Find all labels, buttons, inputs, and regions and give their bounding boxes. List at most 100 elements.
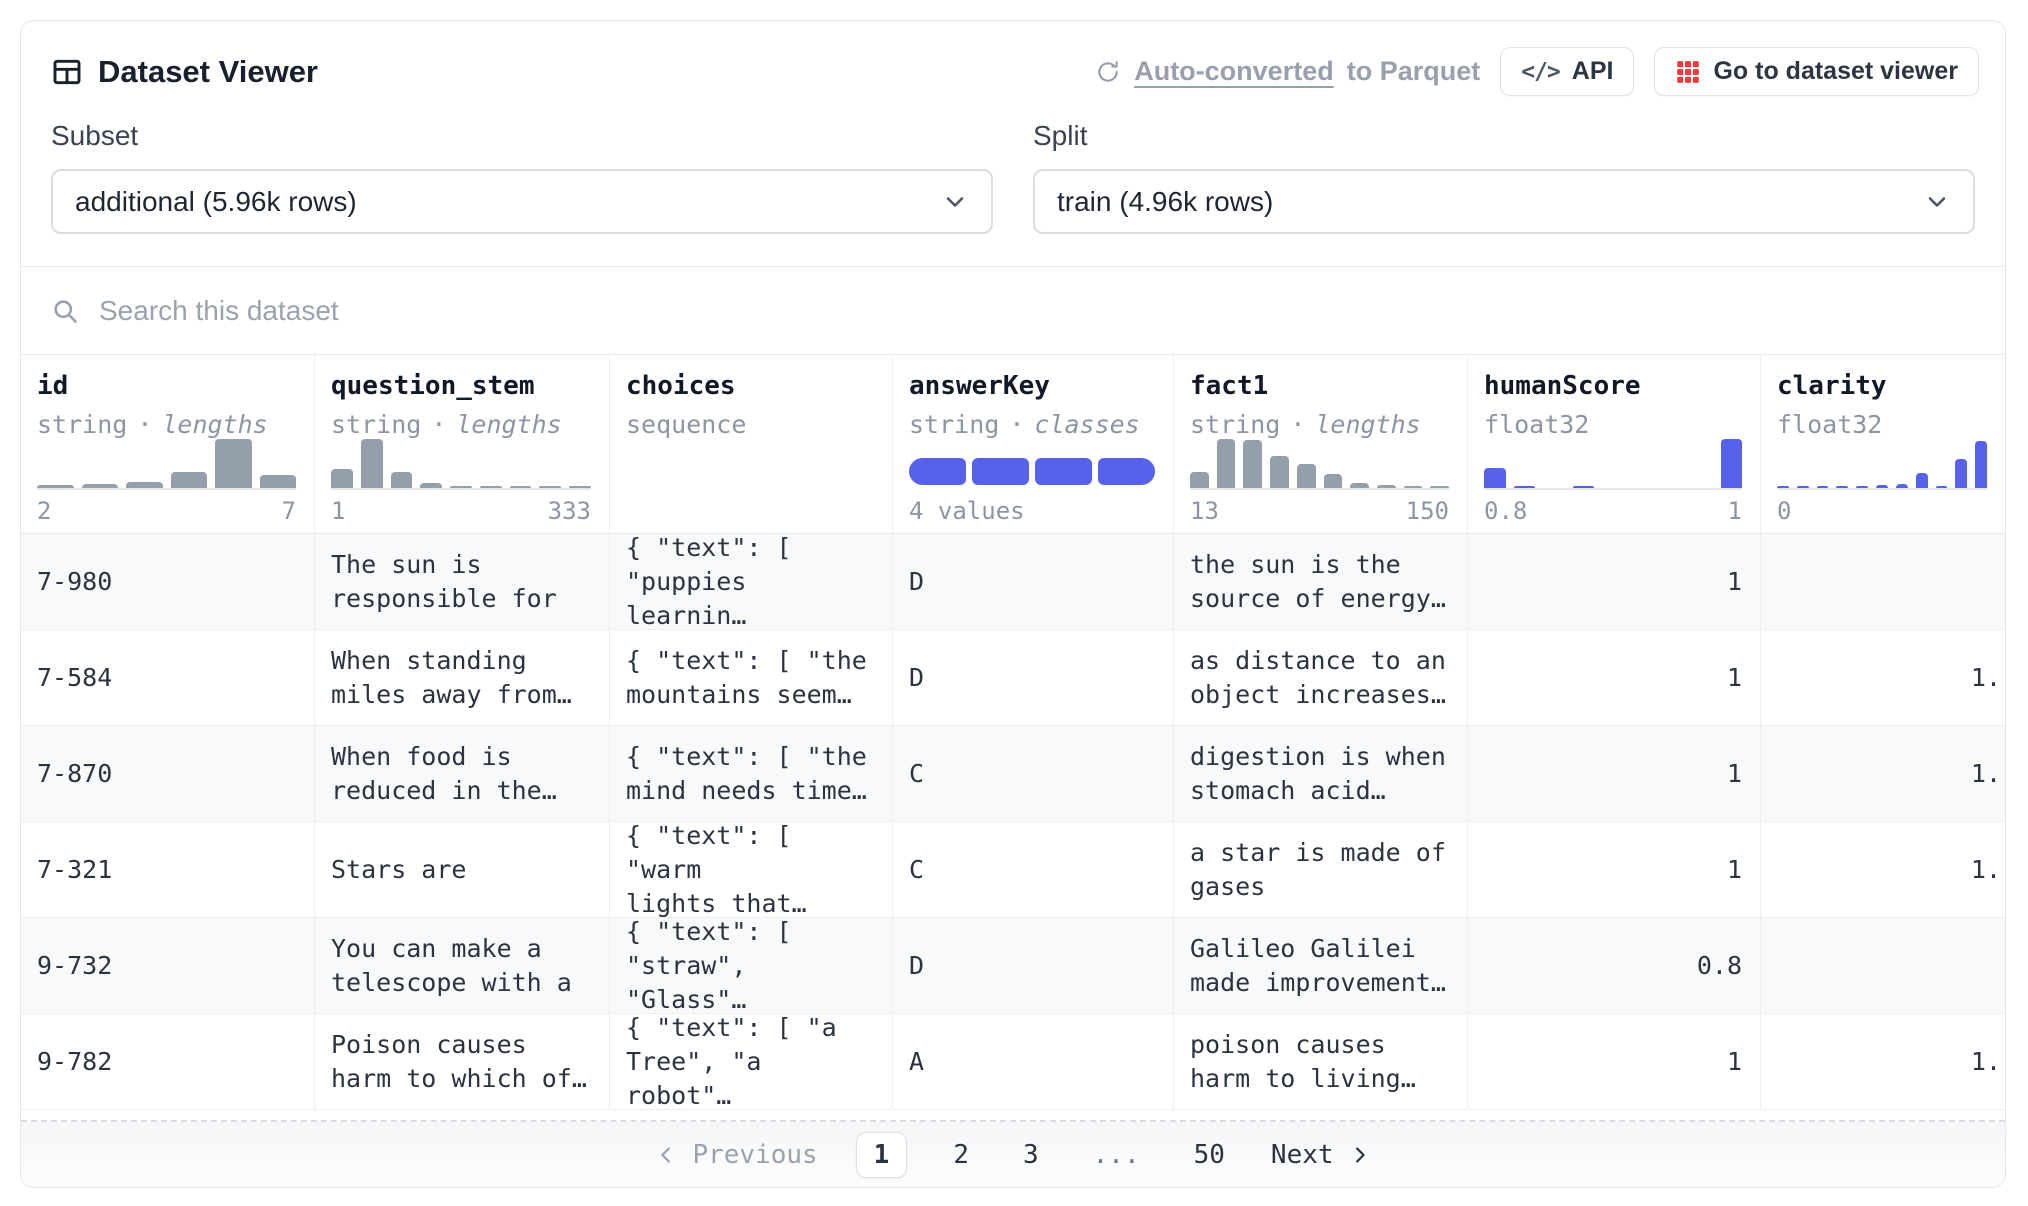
pagination-bar: Previous 1 2 3 ... 50 Next: [21, 1120, 2005, 1187]
page-title: Dataset Viewer: [98, 54, 318, 90]
column-header-humanscore[interactable]: humanScore float32 0.8 1: [1468, 355, 1761, 533]
table-row[interactable]: 7-870 When food is reduced in the… { "te…: [21, 726, 2005, 822]
code-icon: </>: [1521, 59, 1560, 85]
dot-separator: ·: [431, 410, 446, 439]
column-stat-kind: lengths: [456, 410, 561, 439]
table-row[interactable]: 7-584 When standing miles away from… { "…: [21, 630, 2005, 726]
fact1-histogram[interactable]: [1190, 439, 1449, 490]
api-button-label: API: [1572, 57, 1614, 86]
column-dtype: float32: [1484, 410, 1589, 439]
cell-answerkey: A: [893, 1014, 1174, 1109]
page-button-2[interactable]: 2: [945, 1134, 977, 1176]
table-row[interactable]: 7-321 Stars are { "text": [ "warm lights…: [21, 822, 2005, 918]
humanscore-histogram[interactable]: [1484, 439, 1742, 490]
id-histogram[interactable]: [37, 439, 296, 490]
api-button[interactable]: </> API: [1500, 47, 1634, 96]
cell-question-stem: Stars are: [315, 822, 610, 917]
cell-humanscore: 1: [1468, 630, 1761, 725]
answerkey-classes-bar[interactable]: [909, 439, 1155, 490]
table-header-row: id string · lengths 2 7 question_stem st…: [21, 355, 2005, 534]
column-type: string · classes: [909, 410, 1155, 439]
cell-choices: { "text": [ "the mountains seem…: [610, 630, 893, 725]
cell-clarity: 1.: [1761, 1014, 2005, 1109]
hist-range: 0.8 1: [1484, 497, 1742, 525]
column-type: float32: [1484, 410, 1742, 439]
column-dtype: float32: [1777, 410, 1882, 439]
search-bar[interactable]: Search this dataset: [21, 266, 2005, 355]
split-control: Split train (4.96k rows): [1033, 120, 1975, 234]
page-ellipsis: ...: [1085, 1134, 1148, 1176]
column-header-answerkey[interactable]: answerKey string · classes 4 values: [893, 355, 1174, 533]
cell-id: 7-321: [21, 822, 315, 917]
hist-range: 13 150: [1190, 497, 1449, 525]
column-name: answerKey: [909, 371, 1155, 401]
cell-answerkey: D: [893, 534, 1174, 629]
cell-fact1: digestion is when stomach acid…: [1174, 726, 1468, 821]
hist-min: 1: [331, 497, 345, 525]
cell-fact1: poison causes harm to living…: [1174, 1014, 1468, 1109]
page-button-3[interactable]: 3: [1015, 1134, 1047, 1176]
cell-id: 7-980: [21, 534, 315, 629]
question-stem-histogram[interactable]: [331, 439, 591, 490]
column-header-id[interactable]: id string · lengths 2 7: [21, 355, 315, 533]
dot-separator: ·: [1290, 410, 1305, 439]
column-type: float32: [1777, 410, 1987, 439]
hist-range: 2 7: [37, 497, 296, 525]
table-row[interactable]: 7-980 The sun is responsible for { "text…: [21, 534, 2005, 630]
page-button-50[interactable]: 50: [1186, 1134, 1233, 1176]
table-row[interactable]: 9-782 Poison causes harm to which of… { …: [21, 1014, 2005, 1110]
auto-converted-label: Auto-converted: [1134, 56, 1334, 87]
cell-question-stem: When standing miles away from…: [315, 630, 610, 725]
chevron-down-icon: [941, 188, 969, 216]
column-dtype: string: [1190, 410, 1280, 439]
cell-choices: { "text": [ "warm lights that…: [610, 822, 893, 917]
table-row[interactable]: 9-732 You can make a telescope with a { …: [21, 918, 2005, 1014]
cell-answerkey: D: [893, 630, 1174, 725]
subset-split-controls: Subset additional (5.96k rows) Split tra…: [21, 106, 2005, 266]
column-header-clarity[interactable]: clarity float32 0: [1761, 355, 2005, 533]
column-dtype: string: [909, 410, 999, 439]
cell-answerkey: D: [893, 918, 1174, 1013]
split-label: Split: [1033, 120, 1975, 152]
cell-question-stem: When food is reduced in the…: [315, 726, 610, 821]
column-header-fact1[interactable]: fact1 string · lengths 13 150: [1174, 355, 1468, 533]
card-header: Dataset Viewer Auto-converted to Parquet…: [21, 21, 2005, 106]
hist-range: [626, 502, 874, 525]
hist-min: 13: [1190, 497, 1219, 525]
cell-clarity: 1.: [1761, 726, 2005, 821]
page-button-1[interactable]: 1: [856, 1132, 908, 1178]
column-header-question-stem[interactable]: question_stem string · lengths 1 333: [315, 355, 610, 533]
goto-dataset-viewer-button[interactable]: Go to dataset viewer: [1654, 47, 1979, 96]
chevron-right-icon: [1348, 1144, 1370, 1166]
hist-max: 333: [548, 497, 591, 525]
table-grid-icon: [51, 56, 83, 88]
cell-fact1: as distance to an object increases…: [1174, 630, 1468, 725]
column-name: humanScore: [1484, 371, 1742, 401]
cell-id: 7-870: [21, 726, 315, 821]
values-count-label: 4 values: [909, 497, 1025, 525]
search-placeholder: Search this dataset: [99, 295, 339, 327]
red-grid-icon: [1675, 59, 1701, 85]
column-type: sequence: [626, 410, 874, 439]
cell-question-stem: The sun is responsible for: [315, 534, 610, 629]
next-label: Next: [1271, 1140, 1334, 1170]
subset-select[interactable]: additional (5.96k rows): [51, 169, 993, 234]
cell-clarity: [1761, 534, 2005, 629]
cell-choices: { "text": [ "the mind needs time…: [610, 726, 893, 821]
table-body: 7-980 The sun is responsible for { "text…: [21, 534, 2005, 1110]
cell-answerkey: C: [893, 726, 1174, 821]
previous-page-button[interactable]: Previous: [656, 1140, 817, 1170]
subset-label: Subset: [51, 120, 993, 152]
choices-histogram: [626, 439, 874, 495]
column-dtype: sequence: [626, 410, 746, 439]
goto-button-label: Go to dataset viewer: [1713, 57, 1958, 86]
column-name: choices: [626, 371, 874, 401]
auto-converted-link[interactable]: Auto-converted to Parquet: [1095, 56, 1480, 87]
next-page-button[interactable]: Next: [1271, 1140, 1370, 1170]
cell-id: 9-782: [21, 1014, 315, 1109]
clarity-histogram[interactable]: [1777, 439, 1987, 490]
split-select[interactable]: train (4.96k rows): [1033, 169, 1975, 234]
hist-range: 0: [1777, 497, 1987, 525]
column-header-choices[interactable]: choices sequence: [610, 355, 893, 533]
hist-min: 0.8: [1484, 497, 1527, 525]
